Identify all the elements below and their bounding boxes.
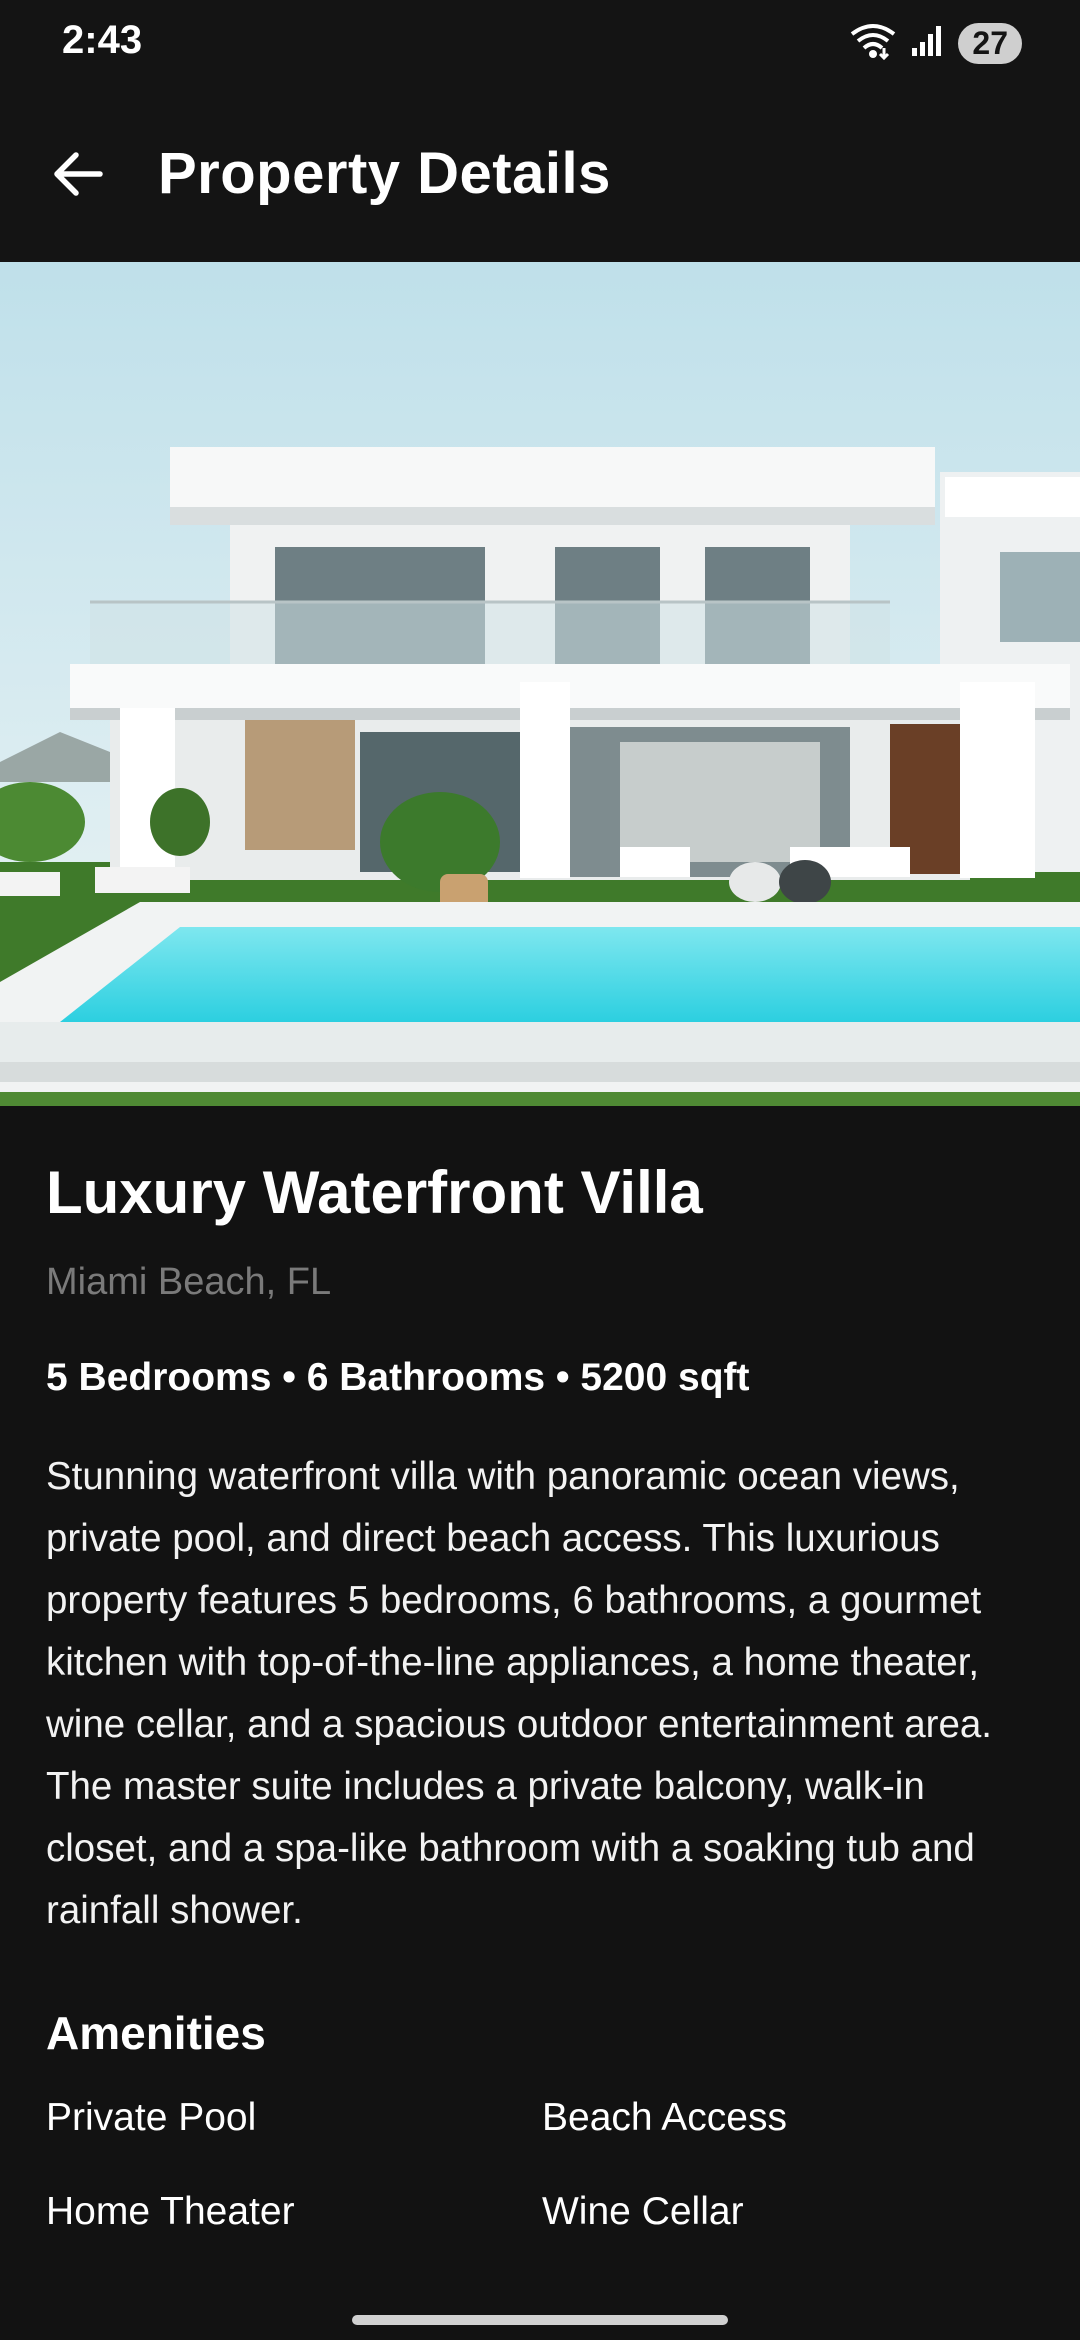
amenity-item: Private Pool xyxy=(46,2096,257,2139)
home-indicator[interactable] xyxy=(352,2315,728,2325)
amenities-list: Private Pool Beach Access Home Theater W… xyxy=(46,2090,1036,2240)
battery-indicator: 27 xyxy=(958,23,1022,64)
property-details: Luxury Waterfront Villa Miami Beach, FL … xyxy=(46,1150,1036,2240)
property-specs: 5 Bedrooms • 6 Bathrooms • 5200 sqft xyxy=(46,1356,750,1399)
status-time: 2:43 xyxy=(62,18,143,62)
property-photo xyxy=(0,262,1080,1106)
status-icons: 27 xyxy=(850,22,1022,65)
wifi-icon xyxy=(850,22,896,65)
status-bar: 2:43 27 xyxy=(0,0,1080,90)
signal-icon xyxy=(910,24,944,63)
amenity-item: Beach Access xyxy=(542,2096,787,2139)
page-title: Property Details xyxy=(158,141,611,206)
arrow-back-icon xyxy=(52,150,104,203)
app-bar: Property Details xyxy=(0,90,1080,262)
amenity-item: Wine Cellar xyxy=(542,2190,744,2233)
property-description: Stunning waterfront villa with panoramic… xyxy=(46,1455,992,1932)
amenity-item: Home Theater xyxy=(46,2190,295,2233)
property-name: Luxury Waterfront Villa xyxy=(46,1159,703,1226)
amenities-heading: Amenities xyxy=(46,2007,266,2059)
back-button[interactable] xyxy=(40,138,116,214)
property-location: Miami Beach, FL xyxy=(46,1261,332,1303)
